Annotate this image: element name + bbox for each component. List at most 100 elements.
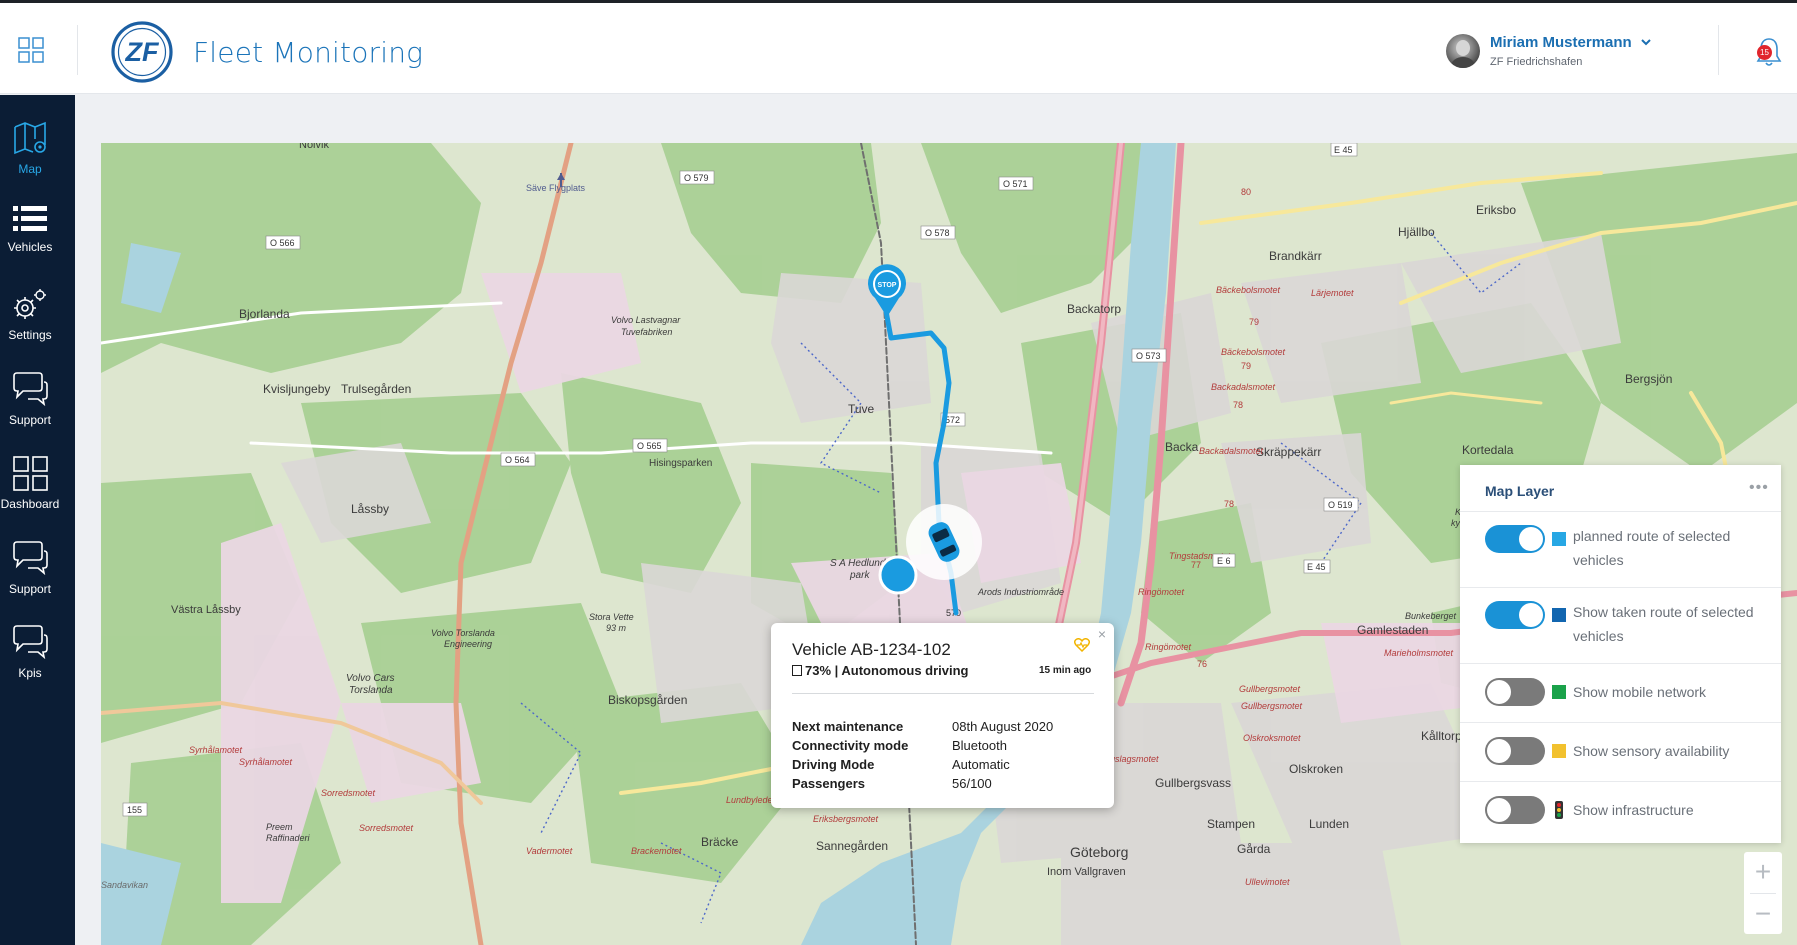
close-icon[interactable]: × [1098,626,1106,642]
svg-text:Eriksbo: Eriksbo [1476,203,1516,217]
svg-text:Gullbergsvass: Gullbergsvass [1155,776,1231,790]
planned-route-toggle[interactable] [1485,525,1545,553]
svg-text:E 45: E 45 [1307,562,1326,572]
layer-color-swatch [1552,744,1566,758]
sidebar-item-settings[interactable]: Settings [0,284,75,354]
svg-text:Västra Låssby: Västra Låssby [171,604,241,616]
sidebar-item-kpis[interactable]: Kpis [0,621,75,691]
svg-text:Brackemotet: Brackemotet [631,846,682,856]
app-header: ZF Fleet Monitoring Miriam Mustermann ZF… [0,3,1797,94]
svg-text:Gårda: Gårda [1237,842,1271,856]
layer-label: Show mobile network [1573,684,1707,700]
more-options-icon[interactable]: ••• [1749,479,1769,497]
svg-text:Tuvefabriken: Tuvefabriken [621,327,672,337]
chevron-down-icon[interactable] [1640,36,1652,48]
svg-text:Bäckebolsmotet: Bäckebolsmotet [1221,347,1286,357]
dashboard-icon [13,456,48,491]
svg-text:Kålltorp: Kålltorp [1421,729,1462,743]
layer-color-swatch [1552,685,1566,699]
sidebar-item-label: Dashboard [0,497,60,511]
list-icon [13,206,47,231]
sidebar-item-label: Support [8,582,52,596]
fuel-icon [792,665,802,676]
svg-text:Brandkärr: Brandkärr [1269,249,1322,263]
svg-text:Säve Flygplats: Säve Flygplats [526,183,586,193]
svg-text:Kvisljungeby: Kvisljungeby [263,382,330,396]
detail-value: 08th August 2020 [952,719,1054,734]
sensory-availability-toggle[interactable] [1485,737,1545,765]
chat-icon [13,372,48,407]
svg-text:Kortedala: Kortedala [1462,443,1514,457]
map-layer-title: Map Layer [1485,483,1555,499]
infrastructure-toggle[interactable] [1485,796,1545,824]
svg-text:77: 77 [1191,560,1201,570]
sidebar-item-label: Kpis [18,666,42,680]
avatar[interactable] [1446,34,1480,68]
layer-row-planned-route: planned route of selected vehicles [1460,511,1781,587]
svg-text:Stora Vette: Stora Vette [589,612,634,622]
svg-text:O 566: O 566 [270,238,295,248]
sidebar-item-label: Vehicles [7,240,53,254]
header-divider [1718,25,1719,75]
detail-key: Driving Mode [792,757,875,772]
gear-icon [14,289,46,319]
svg-text:Tuve: Tuve [848,402,875,416]
sidebar-item-dashboard[interactable]: Dashboard [0,452,75,522]
sidebar-item-vehicles[interactable]: Vehicles [0,200,75,270]
mobile-network-toggle[interactable] [1485,678,1545,706]
map-icon [14,121,46,155]
svg-text:Sorredsmotet: Sorredsmotet [359,823,414,833]
svg-text:Bräcke: Bräcke [701,835,739,849]
user-organization: ZF Friedrichshafen [1490,56,1583,68]
svg-text:Bäckebolsmotet: Bäckebolsmotet [1216,285,1281,295]
svg-text:Bjorlanda: Bjorlanda [239,307,290,321]
sidebar-item-support[interactable]: Support [0,368,75,438]
divider [792,693,1094,694]
svg-text:Preem: Preem [266,822,293,832]
svg-text:O 579: O 579 [684,173,709,183]
svg-text:Arods Industriområde: Arods Industriområde [977,587,1064,597]
svg-text:Marieholmsmotet: Marieholmsmotet [1384,648,1454,658]
svg-text:Nolvik: Nolvik [299,143,329,151]
svg-text:Skräppekärr: Skräppekärr [1256,445,1321,459]
vehicle-popup[interactable]: × Vehicle AB-1234-102 73% | Autonomous d… [771,623,1114,808]
taken-route-toggle[interactable] [1485,601,1545,629]
detail-value: 56/100 [952,776,992,791]
app-grid-icon[interactable] [18,37,44,63]
detail-value: Automatic [952,757,1010,772]
svg-text:Backa: Backa [1165,440,1199,454]
svg-text:Hisingsparken: Hisingsparken [649,458,712,469]
chat-icon [13,625,48,660]
header-divider [77,25,78,75]
detail-key: Connectivity mode [792,738,909,753]
svg-text:Gullbergsmotet: Gullbergsmotet [1241,701,1303,711]
svg-text:Backatorp: Backatorp [1067,302,1121,316]
zoom-out-button[interactable]: − [1744,894,1782,934]
sidebar-item-support-2[interactable]: Support [0,537,75,607]
svg-text:Hjällbo: Hjällbo [1398,225,1435,239]
svg-text:Olskroken: Olskroken [1289,762,1343,776]
layer-color-swatch [1552,532,1566,546]
svg-text:Raffinaderi: Raffinaderi [266,833,311,843]
svg-text:Olskroksmotet: Olskroksmotet [1243,733,1301,743]
zoom-in-button[interactable]: + [1744,852,1782,892]
svg-text:Gullbergsmotet: Gullbergsmotet [1239,684,1301,694]
chat-icon [13,541,48,576]
layer-row-mobile-network: Show mobile network [1460,663,1781,722]
svg-text:78: 78 [1224,499,1234,509]
detail-key: Next maintenance [792,719,904,734]
detail-value: Bluetooth [952,738,1007,753]
svg-text:79: 79 [1249,317,1259,327]
svg-text:Sandavikan: Sandavikan [101,880,148,890]
svg-text:Stampen: Stampen [1207,817,1255,831]
detail-key: Passengers [792,776,865,791]
sidebar-item-map[interactable]: Map [0,117,75,187]
svg-text:Trulsegården: Trulsegården [341,382,411,396]
svg-text:80: 80 [1241,187,1251,197]
svg-text:Vadermotet: Vadermotet [526,846,573,856]
user-name[interactable]: Miriam Mustermann [1490,34,1632,51]
svg-text:Volvo Torslanda: Volvo Torslanda [431,628,495,638]
svg-text:Volvo Lastvagnar: Volvo Lastvagnar [611,315,681,325]
svg-text:Torslanda: Torslanda [349,685,393,696]
svg-text:Gamlestaden: Gamlestaden [1357,623,1428,637]
